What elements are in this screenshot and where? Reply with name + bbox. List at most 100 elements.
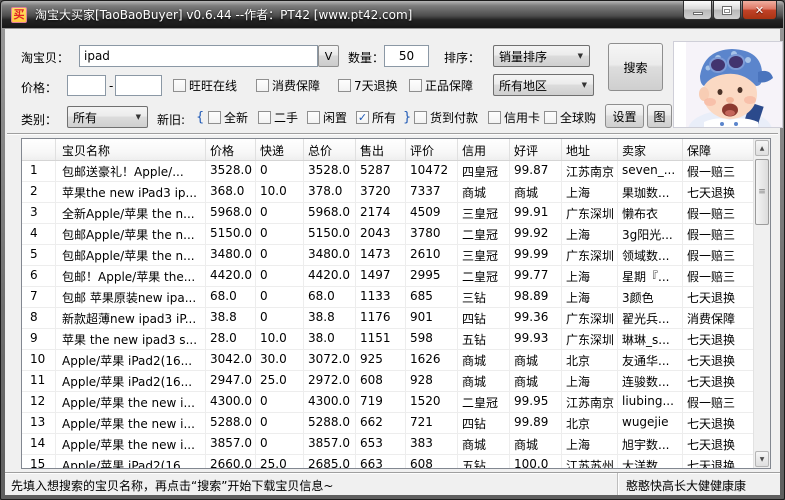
table-row[interactable]: 9 苹果 the new ipad3 s... 28.0 10.0 38.0 1… (22, 329, 753, 350)
table-row[interactable]: 14 Apple/苹果 the new i... 3857.0 0 3857.0… (22, 434, 753, 455)
app-icon: 买 (11, 7, 27, 23)
cell-seller: 领域数... (618, 245, 683, 265)
settings-button[interactable]: 设置 (605, 104, 644, 128)
price-min-input[interactable] (67, 75, 106, 96)
cell-index: 2 (22, 182, 56, 202)
status-bar: 先填入想搜索的宝贝名称，再点击“搜索”开始下载宝贝信息~ 憨憨快高长大健健康康 (5, 472, 780, 495)
cell-reviews: 2610 (406, 245, 458, 265)
titlebar[interactable]: 买 淘宝大买家[TaoBaoBuyer] v0.6.44 --作者：PT42 [… (2, 1, 783, 28)
cell-shipping: 30.0 (256, 350, 304, 370)
table-row[interactable]: 5 包邮Apple/苹果 the n... 3480.0 0 3480.0 14… (22, 245, 753, 266)
header-reviews[interactable]: 评价 (406, 139, 458, 160)
table-row[interactable]: 6 包邮！Apple/苹果 the... 4420.0 0 4420.0 149… (22, 266, 753, 287)
cell-rating: 99.77 (510, 266, 562, 286)
cell-reviews: 901 (406, 308, 458, 328)
checkbox-second-hand[interactable]: 二手 (258, 109, 298, 126)
table-row[interactable]: 4 包邮Apple/苹果 the n... 5150.0 0 5150.0 20… (22, 224, 753, 245)
header-shipping[interactable]: 快递 (256, 139, 304, 160)
checkbox-icon (544, 111, 557, 124)
cell-address: 上海 (562, 182, 618, 202)
cell-reviews: 1520 (406, 392, 458, 412)
cell-rating: 商城 (510, 434, 562, 454)
table-row[interactable]: 11 Apple/苹果 iPad2(16... 2947.0 25.0 2972… (22, 371, 753, 392)
cell-seller: 懒布衣 (618, 203, 683, 223)
scroll-down-button[interactable]: ▼ (755, 451, 769, 467)
category-select[interactable]: 所有 ▼ (67, 106, 148, 128)
maximize-icon (722, 6, 732, 15)
cell-seller: 3颜色 (618, 287, 683, 307)
cell-credit: 四皇冠 (458, 161, 510, 181)
minimize-button[interactable] (683, 1, 712, 20)
cell-guarantee: 假一赔三 (683, 161, 753, 181)
table-row[interactable]: 7 包邮 苹果原装new ipa... 68.0 0 68.0 1133 685… (22, 287, 753, 308)
header-price[interactable]: 价格 (206, 139, 256, 160)
cell-credit: 商城 (458, 371, 510, 391)
scrollbar-thumb[interactable]: ≡ (755, 159, 769, 225)
cell-name: 全新Apple/苹果 the n... (56, 203, 206, 223)
cell-price: 68.0 (206, 287, 256, 307)
checkbox-credit-card[interactable]: 信用卡 (488, 109, 540, 126)
cell-total: 38.8 (304, 308, 356, 328)
cell-index: 7 (22, 287, 56, 307)
cell-rating: 99.87 (510, 161, 562, 181)
scroll-up-button[interactable]: ▲ (755, 140, 769, 156)
maximize-button[interactable] (713, 1, 741, 20)
cell-guarantee: 七天退换 (683, 287, 753, 307)
cell-reviews: 721 (406, 413, 458, 433)
header-name[interactable]: 宝贝名称 (56, 139, 206, 160)
close-button[interactable]: ✕ (742, 1, 777, 20)
keyword-history-button[interactable]: V (318, 45, 339, 67)
cell-address: 上海 (562, 434, 618, 454)
cell-credit: 二皇冠 (458, 392, 510, 412)
checkbox-consumer-protection[interactable]: 消费保障 (256, 77, 320, 94)
header-sold[interactable]: 售出 (356, 139, 406, 160)
cell-sold: 5287 (356, 161, 406, 181)
vertical-scrollbar[interactable]: ▲ ≡ ▼ (753, 139, 770, 468)
cell-name: Apple/苹果 iPad2(16... (56, 371, 206, 391)
region-select[interactable]: 所有地区 ▼ (493, 74, 594, 96)
header-rating[interactable]: 好评 (510, 139, 562, 160)
cell-index: 11 (22, 371, 56, 391)
table-row[interactable]: 2 苹果the new iPad3 ip... 368.0 10.0 378.0… (22, 182, 753, 203)
checkbox-brand-new[interactable]: 全新 (208, 109, 248, 126)
price-max-input[interactable] (115, 75, 162, 96)
table-row[interactable]: 13 Apple/苹果 the new i... 5288.0 0 5288.0… (22, 413, 753, 434)
keyword-input[interactable] (79, 45, 318, 67)
checkbox-global-shopping[interactable]: 全球购 (544, 109, 596, 126)
checkbox-genuine-guarantee[interactable]: 正品保障 (409, 77, 473, 94)
table-row[interactable]: 10 Apple/苹果 iPad2(16... 3042.0 30.0 3072… (22, 350, 753, 371)
quantity-input[interactable] (384, 45, 429, 67)
header-credit[interactable]: 信用 (458, 139, 510, 160)
checkbox-7day-return[interactable]: 7天退换 (338, 77, 398, 94)
cell-credit: 三皇冠 (458, 203, 510, 223)
cell-rating: 99.36 (510, 308, 562, 328)
search-button[interactable]: 搜索 (608, 43, 663, 91)
cell-price: 38.8 (206, 308, 256, 328)
checkbox-cash-on-delivery[interactable]: 货到付款 (414, 109, 478, 126)
header-address[interactable]: 地址 (562, 139, 618, 160)
cell-rating: 商城 (510, 182, 562, 202)
header-index[interactable] (22, 139, 56, 160)
checkbox-wangwang-online[interactable]: 旺旺在线 (173, 77, 237, 94)
header-seller[interactable]: 卖家 (618, 139, 683, 160)
image-toggle-button[interactable]: 图 (647, 104, 672, 128)
table-row[interactable]: 3 全新Apple/苹果 the n... 5968.0 0 5968.0 21… (22, 203, 753, 224)
cell-index: 8 (22, 308, 56, 328)
price-label: 价格： (21, 79, 57, 96)
cell-sold: 2043 (356, 224, 406, 244)
table-row[interactable]: 1 包邮送豪礼！Apple/... 3528.0 0 3528.0 5287 1… (22, 161, 753, 182)
cell-price: 5968.0 (206, 203, 256, 223)
table-row[interactable]: 12 Apple/苹果 the new i... 4300.0 0 4300.0… (22, 392, 753, 413)
cell-price: 5288.0 (206, 413, 256, 433)
sort-value: 销量排序 (499, 48, 547, 65)
cell-index: 9 (22, 329, 56, 349)
window-title: 淘宝大买家[TaoBaoBuyer] v0.6.44 --作者：PT42 [ww… (35, 6, 412, 23)
checkbox-all-condition[interactable]: ✓所有 (356, 109, 396, 126)
cell-sold: 662 (356, 413, 406, 433)
table-row[interactable]: 15 Apple/苹果 iPad2(16... 2660.0 25.0 2685… (22, 455, 753, 468)
brace-close: } (403, 110, 411, 125)
header-total[interactable]: 总价 (304, 139, 356, 160)
table-row[interactable]: 8 新款超薄new ipad3 iP... 38.8 0 38.8 1176 9… (22, 308, 753, 329)
sort-select[interactable]: 销量排序 ▼ (493, 45, 590, 67)
checkbox-idle[interactable]: 闲置 (307, 109, 347, 126)
